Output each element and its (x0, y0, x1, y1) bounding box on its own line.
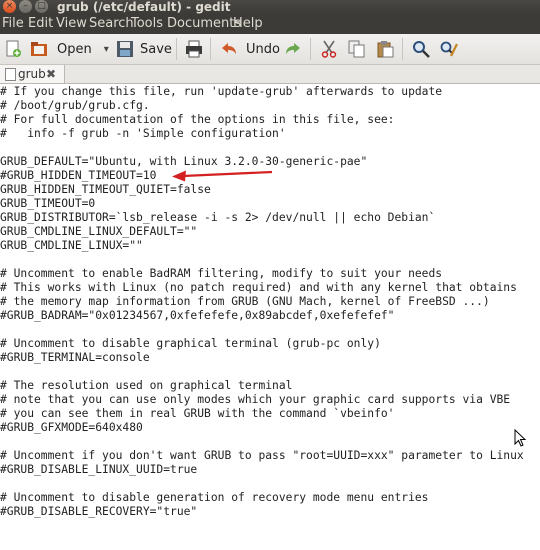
text-editor[interactable]: # If you change this file, run 'update-g… (0, 84, 540, 550)
menu-search[interactable]: Search (89, 14, 134, 34)
menu-edit[interactable]: Edit (28, 14, 53, 34)
tab-label: grub (18, 67, 46, 81)
save-label: Save (140, 41, 172, 57)
menu-file[interactable]: File (2, 14, 24, 34)
toolbar: Open ▾ Save Undo (0, 34, 540, 65)
close-tab-icon[interactable]: ✖ (46, 65, 56, 83)
document-tabbar: grub ✖ (0, 65, 540, 84)
menu-view[interactable]: View (56, 14, 87, 34)
menu-documents[interactable]: Documents (167, 14, 241, 34)
window-titlebar[interactable]: × – □ grub (/etc/default) - gedit (0, 0, 540, 14)
document-icon (5, 68, 16, 81)
find-replace-icon (440, 40, 459, 58)
undo-arrow-icon (220, 40, 238, 58)
open-button[interactable]: Open ▾ (30, 37, 109, 61)
print-icon (185, 40, 203, 58)
window-title: grub (/etc/default) - gedit (57, 0, 231, 14)
maximize-window-button[interactable]: □ (35, 0, 48, 13)
undo-label: Undo (246, 41, 280, 57)
save-button[interactable]: Save (116, 37, 172, 61)
menubar: File Edit View Search Tools Documents He… (0, 14, 540, 34)
undo-button[interactable]: Undo (220, 37, 280, 61)
open-label: Open (57, 41, 92, 57)
cut-button[interactable] (320, 37, 338, 61)
toolbar-separator (402, 38, 403, 60)
save-icon (116, 40, 134, 58)
find-replace-button[interactable] (440, 37, 459, 61)
new-button[interactable] (4, 37, 22, 61)
redo-arrow-icon (284, 40, 302, 58)
close-window-button[interactable]: × (3, 0, 16, 13)
find-button[interactable] (412, 37, 430, 61)
tab-grub[interactable]: grub ✖ (0, 65, 65, 83)
minimize-window-button[interactable]: – (19, 0, 32, 13)
copy-button[interactable] (348, 37, 366, 61)
toolbar-separator (176, 38, 177, 60)
print-button[interactable] (185, 37, 203, 61)
mouse-pointer-icon (514, 429, 527, 447)
copy-icon (348, 40, 366, 58)
new-document-icon (4, 40, 22, 58)
toolbar-separator (310, 38, 311, 60)
search-icon (412, 40, 430, 58)
paste-clipboard-icon (376, 40, 394, 58)
open-recent-dropdown-icon[interactable]: ▾ (104, 44, 109, 55)
scissors-icon (320, 40, 338, 58)
menu-help[interactable]: Help (233, 14, 263, 34)
paste-button[interactable] (376, 37, 394, 61)
redo-button[interactable] (284, 37, 302, 61)
open-folder-icon (30, 40, 48, 58)
red-arrow-annotation (172, 170, 273, 182)
toolbar-separator (210, 38, 211, 60)
menu-tools[interactable]: Tools (131, 14, 163, 34)
